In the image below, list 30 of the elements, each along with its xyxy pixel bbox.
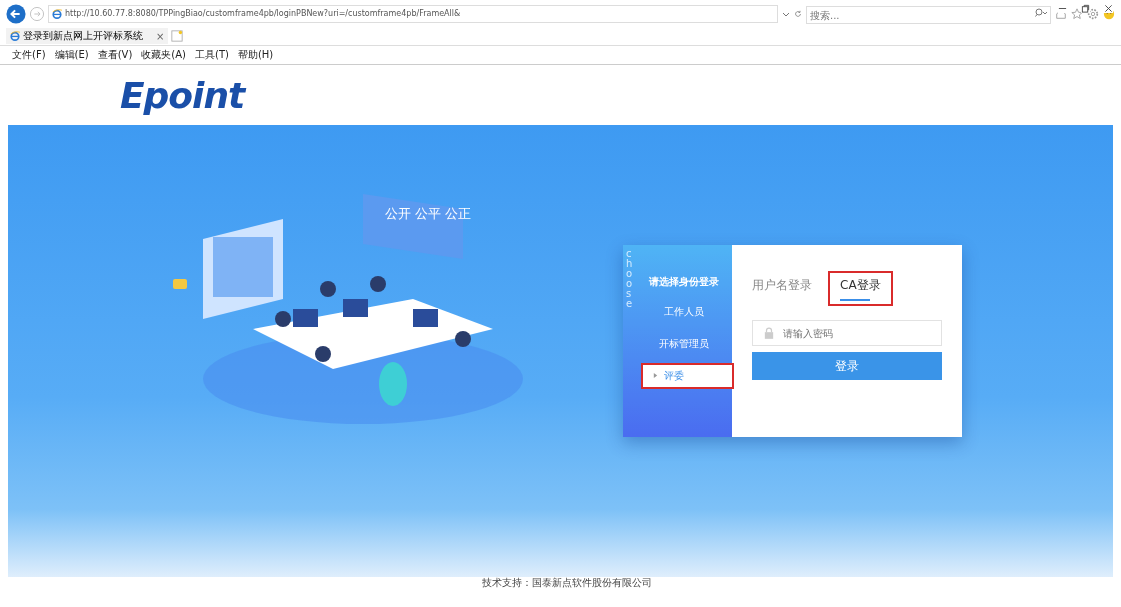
- menu-item[interactable]: 收藏夹(A): [141, 48, 186, 62]
- menu-item[interactable]: 工具(T): [195, 48, 229, 62]
- logo: Epoint: [120, 74, 245, 116]
- restore-icon[interactable]: [1081, 4, 1090, 13]
- settings-icon[interactable]: [1087, 8, 1099, 20]
- role-option[interactable]: 评委: [643, 365, 732, 387]
- browser-tab[interactable]: 登录到新点网上开评标系统 ×: [6, 28, 169, 44]
- star-icon[interactable]: [1071, 8, 1083, 20]
- menu-item[interactable]: 编辑(E): [54, 48, 89, 62]
- search-icon[interactable]: [1035, 7, 1047, 18]
- close-icon[interactable]: [1104, 4, 1113, 13]
- sign-text: 公开 公平 公正: [385, 205, 472, 223]
- back-icon[interactable]: [6, 4, 26, 24]
- footer-text: 技术支持：国泰新点软件股份有限公司: [481, 577, 652, 588]
- search-field[interactable]: 搜索...: [806, 6, 1051, 25]
- tab-title: 登录到新点网上开评标系统: [23, 29, 143, 43]
- watermark-text: choose: [626, 249, 634, 309]
- url-text: http://10.60.77.8:8080/TPPingBiao/customframe4pb/loginPBNew?uri=/customframe4pb/FrameAll&: [65, 8, 461, 20]
- tab-close-button[interactable]: ×: [156, 30, 165, 42]
- dropdown-icon[interactable]: [782, 10, 790, 18]
- menu-item[interactable]: 文件(F): [12, 48, 46, 62]
- role-title: 请选择身份登录: [648, 275, 719, 289]
- menu-item[interactable]: 帮助(H): [237, 48, 274, 62]
- address-bar[interactable]: http://10.60.77.8:8080/TPPingBiao/customframe4pb/loginPBNew?uri=/customframe4pb/FrameAll&: [48, 5, 778, 23]
- login-tab[interactable]: 用户名登录: [752, 273, 820, 304]
- password-field[interactable]: 请输入密码: [752, 320, 942, 346]
- caret-icon: [653, 372, 658, 379]
- menu-item[interactable]: 查看(V): [97, 48, 133, 62]
- browser-logo-icon: [52, 9, 62, 19]
- browser-logo-icon: [10, 31, 20, 41]
